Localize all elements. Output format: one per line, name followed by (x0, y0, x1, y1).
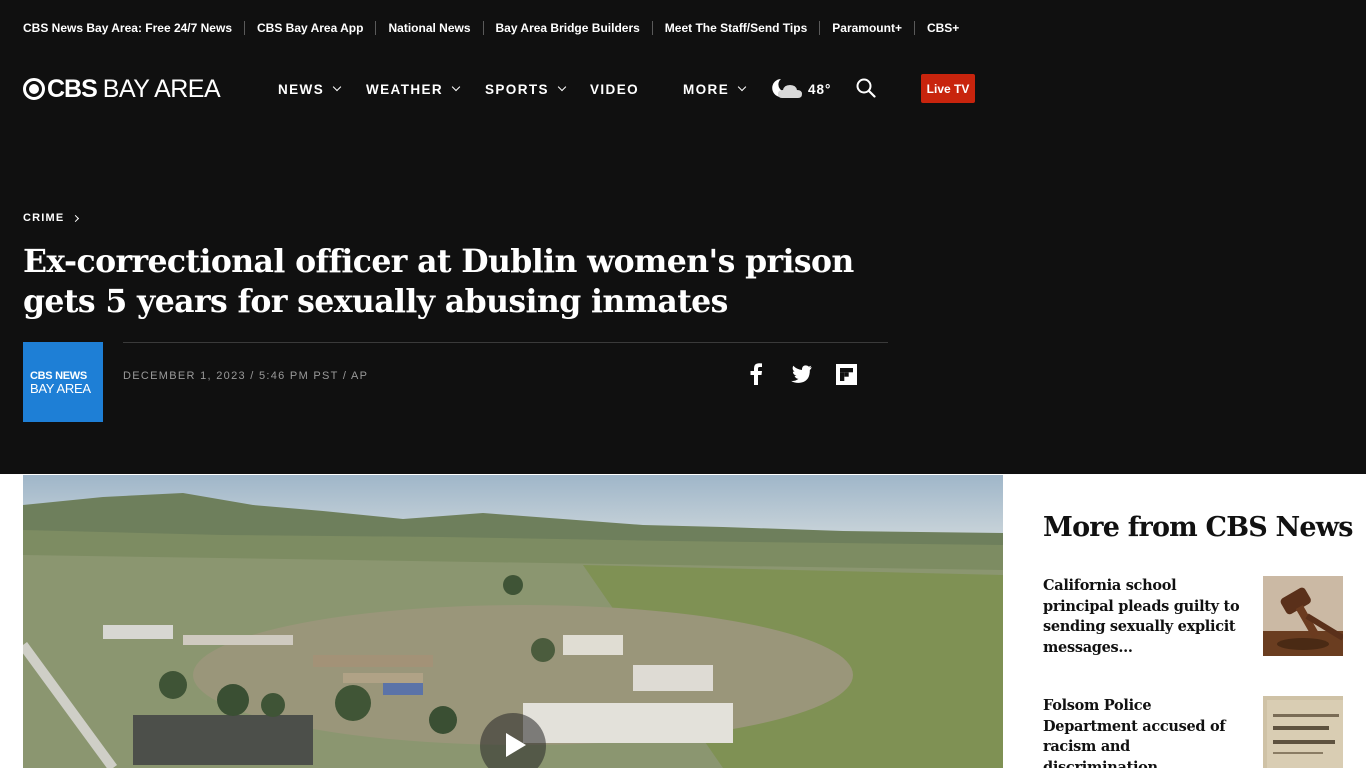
search-button[interactable] (856, 78, 876, 103)
divider (244, 21, 245, 35)
search-icon (856, 78, 876, 98)
divider (375, 21, 377, 35)
divider (819, 21, 821, 35)
gavel-image (1263, 576, 1343, 656)
author-logo[interactable]: CBS NEWS BAY AREA (23, 342, 103, 422)
logo-region: BAY AREA (102, 74, 221, 103)
share-twitter-button[interactable] (789, 362, 813, 386)
nav-weather[interactable]: WEATHER (366, 74, 461, 104)
nav-sports[interactable]: SPORTS (485, 74, 567, 104)
share-facebook-button[interactable] (744, 362, 768, 386)
video-player[interactable] (23, 475, 1003, 768)
story-headline[interactable]: California school principal pleads guilt… (1043, 576, 1248, 658)
twitter-icon (791, 365, 812, 383)
police-sign-thumbnail[interactable] (1263, 696, 1343, 768)
facebook-icon (750, 363, 762, 385)
site-logo[interactable]: CBS BAY AREA (23, 74, 221, 104)
utility-bar: CBS News Bay Area: Free 24/7 News CBS Ba… (23, 0, 959, 56)
nav-label: MORE (683, 81, 730, 97)
chevron-down-icon (332, 82, 342, 92)
flipboard-icon (835, 363, 857, 385)
logo-brand: CBS (47, 74, 98, 103)
chevron-right-icon (72, 214, 80, 222)
utility-link[interactable]: Meet The Staff/Send Tips (665, 21, 807, 35)
cbs-eye-icon (23, 78, 45, 100)
sidebar-title: More from CBS News (1043, 512, 1353, 543)
share-flipboard-button[interactable] (834, 362, 858, 386)
article-headline: Ex-correctional officer at Dublin women'… (23, 243, 854, 320)
divider (913, 21, 915, 35)
breadcrumb[interactable]: CRIME (23, 212, 80, 224)
nav-label: WEATHER (366, 81, 444, 97)
police-sign-image (1263, 696, 1343, 768)
nav-video[interactable]: VIDEO (590, 74, 639, 104)
nav-label: SPORTS (485, 81, 549, 97)
divider (123, 342, 888, 343)
utility-link[interactable]: Bay Area Bridge Builders (496, 21, 640, 35)
gavel-thumbnail[interactable] (1263, 576, 1343, 656)
nav-label: VIDEO (590, 81, 640, 97)
divider (482, 21, 484, 35)
author-logo-line2: BAY AREA (30, 380, 91, 396)
utility-link[interactable]: CBS+ (927, 21, 959, 35)
divider (651, 21, 653, 35)
utility-link[interactable]: Paramount+ (832, 21, 902, 35)
utility-link[interactable]: CBS News Bay Area: Free 24/7 News (23, 21, 232, 35)
nav-more[interactable]: MORE (683, 74, 747, 104)
chevron-down-icon (451, 82, 461, 92)
weather-temperature: 48° (808, 81, 832, 97)
utility-link[interactable]: National News (388, 21, 470, 35)
category-label: CRIME (23, 212, 65, 224)
live-tv-button[interactable]: Live TV (921, 74, 975, 103)
chevron-down-icon (737, 82, 747, 92)
header-background (0, 0, 1366, 474)
partly-cloudy-night-icon (772, 79, 802, 98)
story-headline[interactable]: Folsom Police Department accused of raci… (1043, 696, 1248, 768)
byline: DECEMBER 1, 2023 / 5:46 PM PST / AP (123, 370, 369, 382)
nav-news[interactable]: NEWS (278, 74, 342, 104)
chevron-down-icon (557, 82, 567, 92)
author-logo-line1: CBS NEWS (30, 369, 87, 382)
nav-label: NEWS (278, 81, 325, 97)
weather-widget[interactable]: 48° (772, 74, 831, 104)
utility-link[interactable]: CBS Bay Area App (257, 21, 363, 35)
